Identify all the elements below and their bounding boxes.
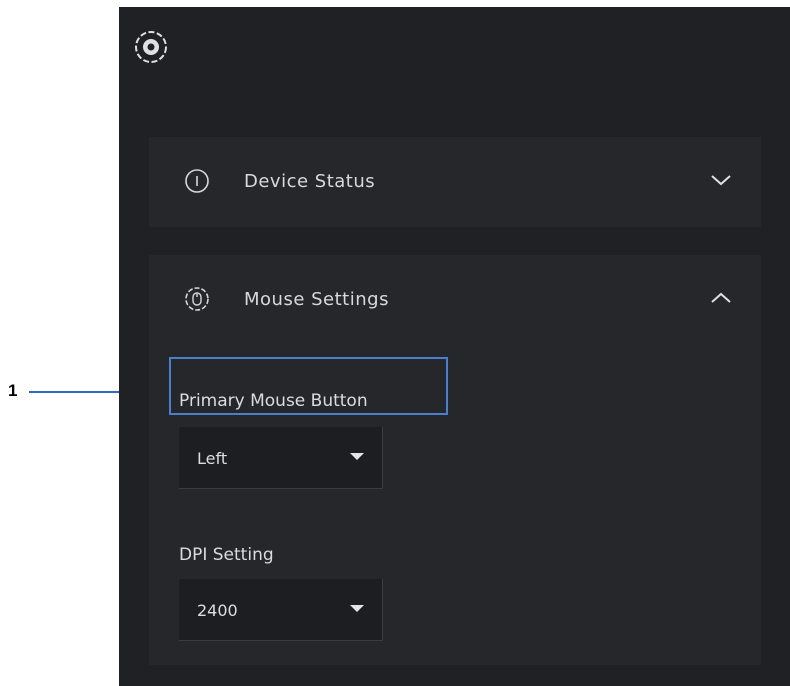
mouse-settings-title: Mouse Settings bbox=[244, 289, 389, 310]
chevron-up-icon[interactable] bbox=[709, 288, 733, 308]
chevron-down-icon[interactable] bbox=[709, 170, 733, 190]
device-status-title: Device Status bbox=[244, 171, 376, 192]
callout-number: 1 bbox=[8, 381, 18, 400]
mouse-icon bbox=[185, 287, 209, 311]
settings-gear-icon[interactable] bbox=[133, 29, 169, 65]
dropdown-arrow-icon bbox=[350, 605, 364, 612]
callout-highlight-box bbox=[169, 357, 448, 415]
mouse-settings-header[interactable]: Mouse Settings bbox=[149, 255, 761, 345]
settings-panel: Device Status Mouse Settings Primary Mou… bbox=[119, 7, 790, 686]
dpi-setting-label: DPI Setting bbox=[179, 545, 274, 565]
dpi-setting-value: 2400 bbox=[197, 601, 238, 620]
info-icon bbox=[185, 169, 209, 193]
primary-mouse-button-value: Left bbox=[197, 449, 228, 468]
device-status-section: Device Status bbox=[149, 137, 761, 227]
device-status-header[interactable]: Device Status bbox=[149, 137, 761, 227]
dpi-setting-select[interactable]: 2400 bbox=[179, 579, 383, 641]
dropdown-arrow-icon bbox=[350, 453, 364, 460]
mouse-settings-section: Mouse Settings Primary Mouse Button Left… bbox=[149, 255, 761, 665]
primary-mouse-button-select[interactable]: Left bbox=[179, 427, 383, 489]
